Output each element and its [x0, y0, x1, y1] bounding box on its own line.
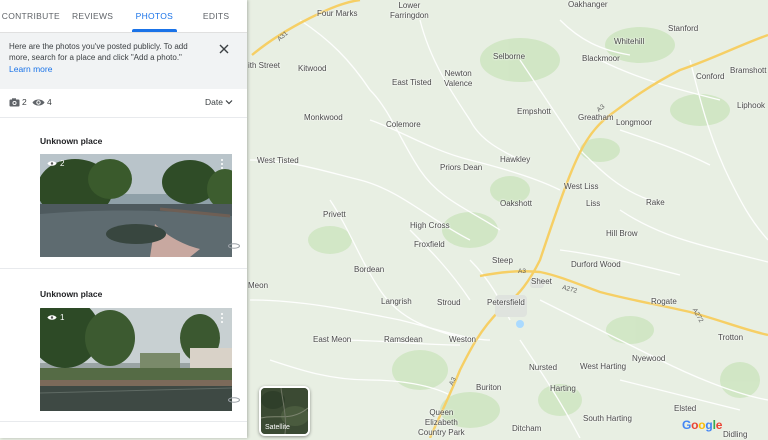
panorama-360-icon — [228, 243, 240, 249]
photo-views-value: 1 — [60, 313, 65, 322]
divider — [0, 421, 247, 422]
close-icon[interactable] — [216, 41, 232, 57]
place-label[interactable]: Stroud — [437, 298, 461, 308]
place-label[interactable]: Stanford — [668, 24, 698, 34]
place-label[interactable]: Nursted — [529, 363, 557, 373]
camera-icon — [9, 97, 20, 106]
place-label[interactable]: ith Street — [248, 61, 280, 71]
sort-dropdown[interactable]: Date — [205, 97, 233, 107]
place-label[interactable]: Whitehill — [614, 37, 644, 47]
photo-image — [40, 308, 232, 411]
photo-place-title[interactable]: Unknown place — [40, 136, 102, 146]
view-count-value: 4 — [47, 97, 52, 107]
place-label[interactable]: Privett — [323, 210, 346, 220]
photo-place-title[interactable]: Unknown place — [40, 289, 102, 299]
tab-reviews[interactable]: REVIEWS — [62, 0, 124, 32]
more-options-icon[interactable] — [221, 158, 224, 169]
place-label[interactable]: West Tisted — [257, 156, 299, 166]
place-label[interactable]: Longmoor — [616, 118, 652, 128]
road-label-a3-central: A3 — [518, 268, 526, 275]
place-label[interactable]: Queen Elizabeth Country Park — [418, 408, 465, 438]
place-label[interactable]: Lower Farringdon — [390, 1, 429, 21]
photos-notice: Here are the photos you've posted public… — [0, 33, 247, 89]
place-label[interactable]: East Meon — [313, 335, 351, 345]
place-label[interactable]: High Cross — [410, 221, 450, 231]
place-label[interactable]: Bordean — [354, 265, 384, 275]
divider — [0, 117, 247, 118]
chevron-down-icon — [225, 100, 233, 105]
more-options-icon[interactable] — [221, 312, 224, 323]
tab-photos[interactable]: PHOTOS — [124, 0, 186, 32]
satellite-toggle-button[interactable]: Satellite — [259, 386, 310, 436]
place-label[interactable]: Blackmoor — [582, 54, 620, 64]
place-label[interactable]: Sheet — [531, 277, 552, 287]
place-label[interactable]: Liphook — [737, 101, 765, 111]
place-label[interactable]: Rogate — [651, 297, 677, 307]
place-label[interactable]: Newton Valence — [444, 69, 472, 89]
place-label[interactable]: Rake — [646, 198, 665, 208]
eye-icon — [32, 99, 45, 105]
photo-count-value: 2 — [22, 97, 27, 107]
place-label[interactable]: South Harting — [583, 414, 632, 424]
place-label[interactable]: Kitwood — [298, 64, 326, 74]
photo-views-value: 2 — [60, 159, 65, 168]
photo-thumbnail[interactable]: 2 — [40, 154, 232, 257]
panorama-360-icon — [228, 397, 240, 403]
place-label[interactable]: Hawkley — [500, 155, 530, 165]
google-logo: Google — [682, 418, 723, 432]
place-label[interactable]: Oakhanger — [568, 0, 608, 10]
place-label[interactable]: Ramsdean — [384, 335, 423, 345]
tab-edits[interactable]: EDITS — [185, 0, 247, 32]
place-label[interactable]: Monkwood — [304, 113, 343, 123]
place-label[interactable]: Hill Brow — [606, 229, 638, 239]
place-label[interactable]: Bramshott — [730, 66, 766, 76]
photo-views: 2 — [47, 159, 64, 168]
place-label[interactable]: Steep — [492, 256, 513, 266]
place-label[interactable]: Petersfield — [487, 298, 525, 308]
place-label[interactable]: Greatham — [578, 113, 614, 123]
place-label[interactable]: Elsted — [674, 404, 696, 414]
place-label[interactable]: Meon — [248, 281, 268, 291]
tab-contribute[interactable]: CONTRIBUTE — [0, 0, 62, 32]
notice-text: Here are the photos you've posted public… — [9, 42, 188, 62]
place-label[interactable]: Nyewood — [632, 354, 665, 364]
photo-count: 2 — [9, 97, 27, 107]
place-label[interactable]: Froxfield — [414, 240, 445, 250]
place-label[interactable]: Trotton — [718, 333, 743, 343]
eye-icon — [47, 315, 57, 320]
view-count: 4 — [32, 97, 52, 107]
place-label[interactable]: Empshott — [517, 107, 551, 117]
place-label[interactable]: Langrish — [381, 297, 412, 307]
divider — [0, 268, 247, 269]
photo-views: 1 — [47, 313, 64, 322]
learn-more-link[interactable]: Learn more — [9, 64, 52, 74]
place-label[interactable]: Oakshott — [500, 199, 532, 209]
place-label[interactable]: West Liss — [564, 182, 599, 192]
photo-image — [40, 154, 232, 257]
place-label[interactable]: Colemore — [386, 120, 421, 130]
photo-thumbnail[interactable]: 1 — [40, 308, 232, 411]
eye-icon — [47, 161, 57, 166]
place-label[interactable]: Four Marks — [317, 9, 357, 19]
place-label[interactable]: Conford — [696, 72, 724, 82]
place-label[interactable]: Weston — [449, 335, 476, 345]
place-label[interactable]: Buriton — [476, 383, 501, 393]
place-label[interactable]: East Tisted — [392, 78, 432, 88]
place-label[interactable]: Harting — [550, 384, 576, 394]
place-label[interactable]: Didling — [723, 430, 747, 440]
place-label[interactable]: Priors Dean — [440, 163, 482, 173]
place-label[interactable]: Durford Wood — [571, 260, 621, 270]
place-label[interactable]: Ditcham — [512, 424, 541, 434]
tab-bar: CONTRIBUTE REVIEWS PHOTOS EDITS — [0, 0, 247, 33]
place-label[interactable]: Selborne — [493, 52, 525, 62]
place-label[interactable]: West Harting — [580, 362, 626, 372]
sort-label: Date — [205, 97, 223, 107]
contributions-panel: CONTRIBUTE REVIEWS PHOTOS EDITS Here are… — [0, 0, 247, 438]
place-label[interactable]: Liss — [586, 199, 600, 209]
photo-stats: 2 4 Date — [0, 94, 247, 112]
satellite-label: Satellite — [265, 424, 290, 431]
